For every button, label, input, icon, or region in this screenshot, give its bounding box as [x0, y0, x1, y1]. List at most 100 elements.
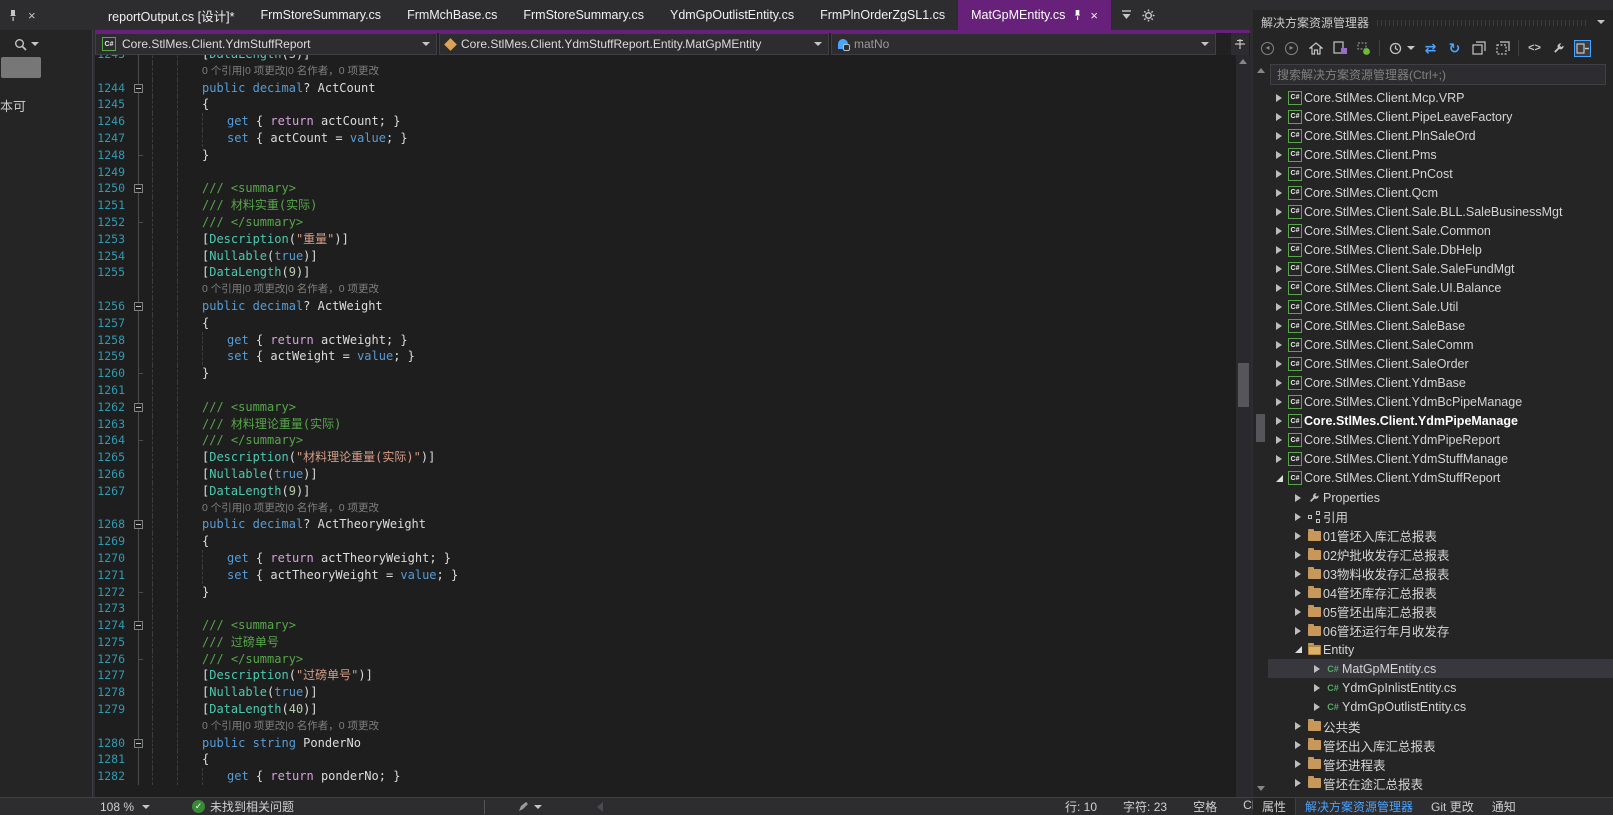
codelens-row[interactable]: 0 个引用|0 项更改|0 名作者，0 项更改: [95, 63, 1236, 80]
collapsed-arrow-icon[interactable]: [1291, 570, 1305, 578]
tree-item-ydmgpoutlistentity-cs[interactable]: C#YdmGpOutlistEntity.cs: [1268, 698, 1613, 717]
tree-item--[interactable]: 管坯在途汇总报表: [1268, 774, 1613, 793]
collapsed-arrow-icon[interactable]: [1272, 455, 1286, 463]
code-line[interactable]: 1277[Description("过磅单号")]: [95, 667, 1236, 684]
window-position-chevron-icon[interactable]: [1597, 20, 1605, 24]
code-line[interactable]: 1248}: [95, 147, 1236, 164]
expanded-arrow-icon[interactable]: [1272, 475, 1286, 482]
tab-frmstoresummary-cs[interactable]: FrmStoreSummary.cs: [510, 0, 657, 30]
tab-ydmgpoutlistentity-cs[interactable]: YdmGpOutlistEntity.cs: [657, 0, 807, 30]
sync-with-active-document-icon[interactable]: ⇄: [1422, 40, 1439, 57]
code-line[interactable]: 1281{: [95, 751, 1236, 768]
code-line[interactable]: 1254[Nullable(true)]: [95, 248, 1236, 265]
tree-item-core-stlmes-client-saleorder[interactable]: C#Core.StlMes.Client.SaleOrder: [1268, 355, 1613, 374]
preview-selected-items-toggle[interactable]: [1574, 40, 1591, 57]
tree-item-03-[interactable]: 03物料收发存汇总报表: [1268, 564, 1613, 583]
collapsed-arrow-icon[interactable]: [1272, 360, 1286, 368]
tree-item-core-stlmes-client-pms[interactable]: C#Core.StlMes.Client.Pms: [1268, 145, 1613, 164]
tree-item-core-stlmes-client-sale-salefundmgt[interactable]: C#Core.StlMes.Client.Sale.SaleFundMgt: [1268, 259, 1613, 278]
fold-collapse-box[interactable]: [134, 621, 143, 630]
collapsed-arrow-icon[interactable]: [1291, 551, 1305, 559]
document-health-indicator[interactable]: ✓ 未找到相关问题: [192, 798, 294, 815]
code-line[interactable]: 1282get { return ponderNo; }: [95, 768, 1236, 785]
code-line[interactable]: 1247set { actCount = value; }: [95, 130, 1236, 147]
tree-item-core-stlmes-client-qcm[interactable]: C#Core.StlMes.Client.Qcm: [1268, 183, 1613, 202]
code-line[interactable]: 1272}: [95, 584, 1236, 601]
hscroll-left-icon[interactable]: [597, 802, 603, 812]
code-line[interactable]: 1275/// 过磅单号: [95, 634, 1236, 651]
collapsed-arrow-icon[interactable]: [1272, 341, 1286, 349]
home-icon[interactable]: [1307, 40, 1324, 57]
tree-item-01-[interactable]: 01管坯入库汇总报表: [1268, 526, 1613, 545]
code-line[interactable]: 1250/// <summary>: [95, 180, 1236, 197]
properties-wrench-icon[interactable]: [1550, 40, 1567, 57]
collapsed-arrow-icon[interactable]: [1272, 132, 1286, 140]
code-line[interactable]: 1269{: [95, 533, 1236, 550]
tree-item-core-stlmes-client-ydmpipemanage[interactable]: C#Core.StlMes.Client.YdmPipeManage: [1268, 412, 1613, 431]
gear-icon[interactable]: [1142, 9, 1155, 22]
collapsed-arrow-icon[interactable]: [1310, 703, 1324, 711]
tree-item-02-[interactable]: 02炉批收发存汇总报表: [1268, 545, 1613, 564]
explorer-vertical-scrollbar[interactable]: [1253, 62, 1268, 795]
collapsed-arrow-icon[interactable]: [1272, 189, 1286, 197]
code-line[interactable]: 1261: [95, 382, 1236, 399]
tab-frmstoresummary-cs[interactable]: FrmStoreSummary.cs: [247, 0, 394, 30]
char-indicator[interactable]: 字符: 23: [1123, 798, 1167, 815]
collapsed-arrow-icon[interactable]: [1310, 684, 1324, 692]
code-line[interactable]: 1271set { actTheoryWeight = value; }: [95, 567, 1236, 584]
code-line[interactable]: 1265[Description("材料理论重量(实际)")]: [95, 449, 1236, 466]
collapsed-arrow-icon[interactable]: [1272, 246, 1286, 254]
collapsed-arrow-icon[interactable]: [1291, 627, 1305, 635]
code-line[interactable]: 1256public decimal? ActWeight: [95, 298, 1236, 315]
tree-item-ydmgpinlistentity-cs[interactable]: C#YdmGpInlistEntity.cs: [1268, 678, 1613, 697]
tree-item-properties[interactable]: Properties: [1268, 488, 1613, 507]
tree-item-core-stlmes-client-ydmpipereport[interactable]: C#Core.StlMes.Client.YdmPipeReport: [1268, 431, 1613, 450]
code-line[interactable]: 1255[DataLength(9)]: [95, 264, 1236, 281]
tab-matgpmentity-cs[interactable]: MatGpMEntity.cs×: [958, 0, 1111, 30]
tree-item-core-stlmes-client-sale-bll-salebusinessmgt[interactable]: C#Core.StlMes.Client.Sale.BLL.SaleBusine…: [1268, 202, 1613, 221]
code-line[interactable]: 1246get { return actCount; }: [95, 113, 1236, 130]
pin-icon[interactable]: [8, 9, 18, 22]
refresh-icon[interactable]: ↻: [1446, 40, 1463, 57]
code-line[interactable]: 1244public decimal? ActCount: [95, 80, 1236, 97]
document-list-icon[interactable]: [1121, 10, 1132, 20]
tree-item-core-stlmes-client-sale-ui-balance[interactable]: C#Core.StlMes.Client.Sale.UI.Balance: [1268, 278, 1613, 297]
code-editor[interactable]: 1243[DataLength(3)]0 个引用|0 项更改|0 名作者，0 项…: [95, 55, 1236, 797]
forward-icon[interactable]: ▸: [1283, 40, 1300, 57]
collapsed-arrow-icon[interactable]: [1272, 151, 1286, 159]
code-line[interactable]: 1243[DataLength(3)]: [95, 55, 1236, 63]
code-line[interactable]: 1267[DataLength(9)]: [95, 483, 1236, 500]
code-line[interactable]: 1258get { return actWeight; }: [95, 332, 1236, 349]
collapsed-arrow-icon[interactable]: [1272, 227, 1286, 235]
close-icon[interactable]: ×: [28, 9, 36, 22]
type-dropdown[interactable]: Core.StlMes.Client.YdmStuffReport.Entity…: [439, 33, 829, 55]
show-all-files-icon[interactable]: [1494, 40, 1511, 57]
line-indicator[interactable]: 行: 10: [1065, 798, 1097, 815]
code-line[interactable]: 1253[Description("重量")]: [95, 231, 1236, 248]
tree-item-core-stlmes-client-salebase[interactable]: C#Core.StlMes.Client.SaleBase: [1268, 317, 1613, 336]
chevron-down-icon[interactable]: [1407, 46, 1415, 50]
collapsed-arrow-icon[interactable]: [1291, 608, 1305, 616]
scroll-up-icon[interactable]: [1257, 68, 1265, 73]
collapsed-arrow-icon[interactable]: [1272, 322, 1286, 330]
pin-icon[interactable]: [1073, 9, 1082, 21]
scroll-down-icon[interactable]: [1257, 786, 1265, 791]
code-line[interactable]: 1252/// </summary>: [95, 214, 1236, 231]
close-icon[interactable]: ×: [1090, 8, 1098, 23]
pending-changes-filter-icon[interactable]: [1355, 40, 1372, 57]
code-line[interactable]: 1280public string PonderNo: [95, 735, 1236, 752]
tree-item-core-stlmes-client-pipeleavefactory[interactable]: C#Core.StlMes.Client.PipeLeaveFactory: [1268, 107, 1613, 126]
collapsed-arrow-icon[interactable]: [1272, 265, 1286, 273]
ink-editing-control[interactable]: [517, 801, 542, 813]
tree-item-core-stlmes-client-sale-common[interactable]: C#Core.StlMes.Client.Sale.Common: [1268, 221, 1613, 240]
tree-item-05-[interactable]: 05管坯出库汇总报表: [1268, 602, 1613, 621]
code-line[interactable]: 1266[Nullable(true)]: [95, 466, 1236, 483]
collapsed-arrow-icon[interactable]: [1291, 741, 1305, 749]
expanded-arrow-icon[interactable]: [1291, 646, 1305, 653]
collapsed-arrow-icon[interactable]: [1291, 779, 1305, 787]
tree-item-matgpmentity-cs[interactable]: C#MatGpMEntity.cs: [1268, 659, 1613, 678]
codelens-row[interactable]: 0 个引用|0 项更改|0 名作者，0 项更改: [95, 718, 1236, 735]
fold-collapse-box[interactable]: [134, 520, 143, 529]
collapsed-arrow-icon[interactable]: [1272, 436, 1286, 444]
scroll-up-icon[interactable]: [1239, 59, 1247, 64]
